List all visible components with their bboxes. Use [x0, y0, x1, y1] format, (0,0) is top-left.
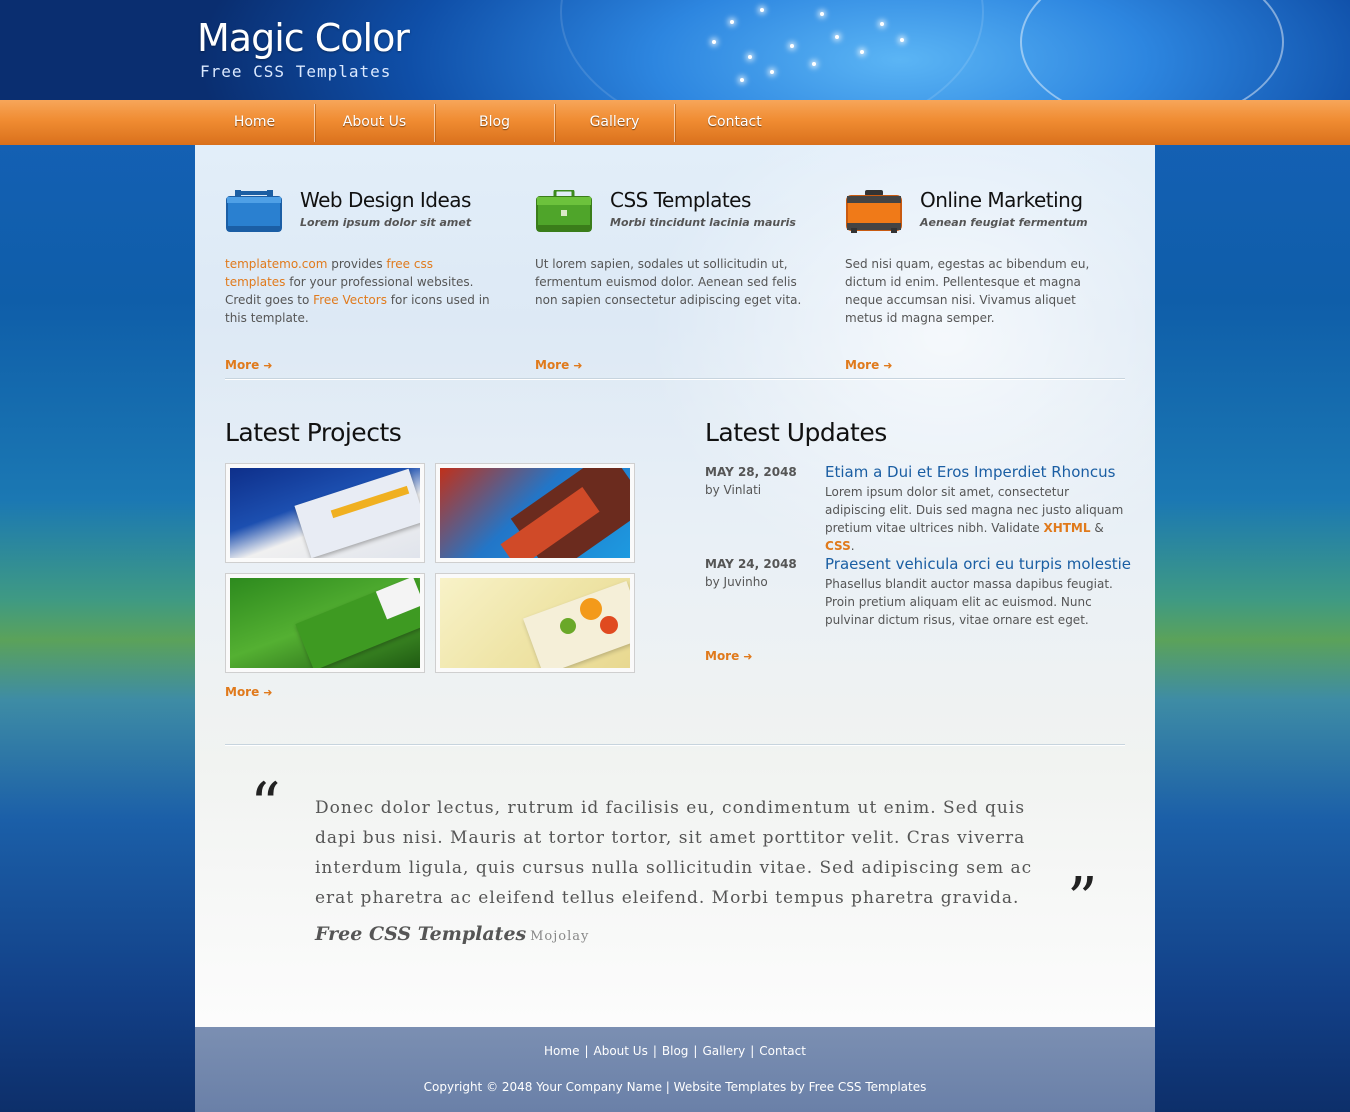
- sparkle: [880, 22, 884, 26]
- arrow-right-icon: ➜: [883, 359, 893, 372]
- more-label: More: [705, 649, 740, 663]
- separator: |: [652, 1044, 657, 1058]
- header-banner: Magic Color Free CSS Templates: [0, 0, 1350, 100]
- divider: [225, 378, 1125, 379]
- feature-title: Online Marketing: [920, 188, 1083, 212]
- project-image: [230, 468, 420, 558]
- quote-text: Donec dolor lectus, rutrum id facilisis …: [315, 798, 1033, 908]
- arrow-right-icon: ➜: [573, 359, 583, 372]
- nav-blog[interactable]: Blog: [435, 100, 554, 145]
- feature-subtitle: Morbi tincidunt lacinia mauris: [610, 216, 796, 229]
- feature-text: Ut lorem sapien, sodales ut sollicitudin…: [535, 257, 802, 307]
- main-content: Web Design Ideas Lorem ipsum dolor sit a…: [195, 145, 1155, 1027]
- arrow-right-icon: ➜: [263, 359, 273, 372]
- update-headline[interactable]: Praesent vehicula orci eu turpis molesti…: [825, 555, 1131, 573]
- templatemo-link[interactable]: templatemo.com: [225, 257, 327, 271]
- feature-subtitle: Lorem ipsum dolor sit amet: [300, 216, 472, 229]
- decorative-swirl: [1020, 0, 1284, 100]
- sparkle: [820, 12, 824, 16]
- nav-contact[interactable]: Contact: [675, 100, 794, 145]
- decorative-swirl: [560, 0, 984, 100]
- sparkle: [812, 62, 816, 66]
- more-label: More: [535, 358, 570, 372]
- xhtml-link[interactable]: XHTML: [1043, 521, 1090, 535]
- project-thumbnail[interactable]: [435, 573, 635, 673]
- orange-suitcase-icon: [846, 190, 902, 233]
- footer-link-contact[interactable]: Contact: [759, 1044, 806, 1058]
- free-vectors-link[interactable]: Free Vectors: [313, 293, 387, 307]
- project-thumbnail[interactable]: [225, 573, 425, 673]
- project-thumbnail[interactable]: [435, 463, 635, 563]
- update-author: by Juvinho: [705, 575, 768, 589]
- feature-title: CSS Templates: [610, 188, 751, 212]
- update-text: Phasellus blandit auctor massa dapibus f…: [825, 577, 1113, 627]
- site-tagline: Free CSS Templates: [200, 62, 392, 81]
- nav-gallery[interactable]: Gallery: [555, 100, 674, 145]
- green-briefcase-icon: [536, 190, 592, 232]
- sparkle: [730, 20, 734, 24]
- feature-title: Web Design Ideas: [300, 188, 471, 212]
- section-title-projects: Latest Projects: [225, 418, 402, 447]
- sparkle: [748, 55, 752, 59]
- quote-source: Mojolay: [530, 929, 590, 944]
- sparkle: [740, 78, 744, 82]
- update-date: MAY 28, 2048: [705, 465, 797, 479]
- more-label: More: [845, 358, 880, 372]
- main-nav: Home About Us Blog Gallery Contact: [0, 100, 1350, 145]
- footer-link-gallery[interactable]: Gallery: [702, 1044, 745, 1058]
- project-image: [230, 578, 420, 668]
- separator: |: [750, 1044, 755, 1058]
- more-link[interactable]: More ➜: [225, 358, 272, 372]
- nav-home[interactable]: Home: [195, 100, 314, 145]
- separator: |: [584, 1044, 589, 1058]
- css-link[interactable]: CSS: [825, 539, 851, 553]
- projects-more-link[interactable]: More ➜: [225, 685, 272, 699]
- feature-subtitle: Aenean feugiat fermentum: [920, 216, 1088, 229]
- sparkle: [900, 38, 904, 42]
- updates-more-link[interactable]: More ➜: [705, 649, 752, 663]
- update-author: by Vinlati: [705, 483, 762, 497]
- sparkle: [790, 44, 794, 48]
- more-label: More: [225, 358, 260, 372]
- nav-about-us[interactable]: About Us: [315, 100, 434, 145]
- arrow-right-icon: ➜: [263, 686, 273, 699]
- quote-attribution: Free CSS Templates Mojolay: [315, 923, 589, 945]
- more-label: More: [225, 685, 260, 699]
- feature-text: templatemo.com provides free css templat…: [225, 255, 495, 327]
- close-quote-icon: ”: [1067, 865, 1098, 935]
- feature-text: Sed nisi quam, egestas ac bibendum eu, d…: [845, 257, 1090, 325]
- blue-briefcase-icon: [226, 190, 282, 232]
- text-fragment: .: [850, 539, 855, 553]
- site-title: Magic Color: [197, 16, 410, 60]
- sparkle: [860, 50, 864, 54]
- update-date: MAY 24, 2048: [705, 557, 797, 571]
- project-image: [440, 468, 630, 558]
- sparkle: [712, 40, 716, 44]
- more-link[interactable]: More ➜: [845, 358, 892, 372]
- more-link[interactable]: More ➜: [535, 358, 582, 372]
- text-fragment: provides: [327, 257, 387, 271]
- section-title-updates: Latest Updates: [705, 418, 887, 447]
- divider: [225, 744, 1125, 745]
- open-quote-icon: “: [250, 770, 281, 840]
- update-text: Lorem ipsum dolor sit amet, consectetur …: [825, 483, 1125, 555]
- sparkle: [835, 35, 839, 39]
- footer-link-about-us[interactable]: About Us: [594, 1044, 648, 1058]
- sparkle: [770, 70, 774, 74]
- project-thumbnail[interactable]: [225, 463, 425, 563]
- footer-nav: Home | About Us | Blog | Gallery | Contact: [195, 1044, 1155, 1058]
- project-image: [440, 578, 630, 668]
- footer: Home | About Us | Blog | Gallery | Contact Copyr…: [195, 1027, 1155, 1112]
- sparkle: [760, 8, 764, 12]
- update-headline[interactable]: Etiam a Dui et Eros Imperdiet Rhoncus: [825, 463, 1115, 481]
- separator: |: [693, 1044, 698, 1058]
- text-fragment: &: [1090, 521, 1104, 535]
- footer-link-home[interactable]: Home: [544, 1044, 579, 1058]
- footer-link-blog[interactable]: Blog: [662, 1044, 689, 1058]
- arrow-right-icon: ➜: [743, 650, 753, 663]
- quote-author: Free CSS Templates: [315, 923, 527, 945]
- copyright-text: Copyright © 2048 Your Company Name | Web…: [423, 1080, 927, 1094]
